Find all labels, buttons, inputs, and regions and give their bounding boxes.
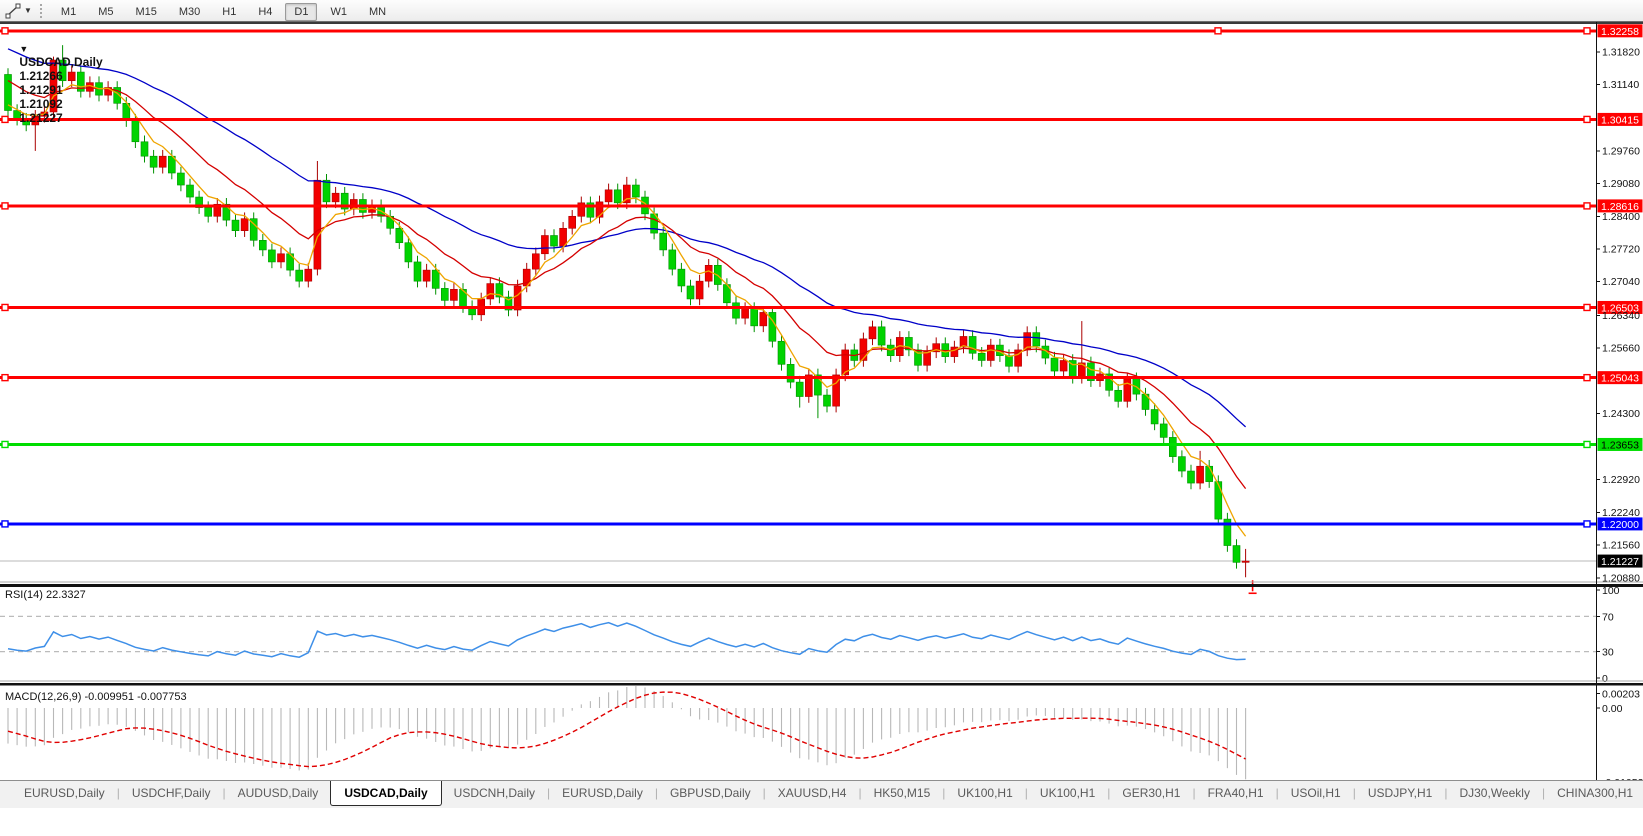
svg-text:70: 70 — [1602, 611, 1614, 623]
chart-symbol-period: USDCAD,Daily — [19, 55, 102, 69]
quote-low: 1.21092 — [19, 97, 62, 111]
timeframe-button-m30[interactable]: M30 — [170, 3, 209, 21]
chart-tab-xauusd-7[interactable]: XAUUSD,H4 — [766, 781, 859, 804]
panel-splitter-macd[interactable] — [0, 683, 1643, 686]
svg-text:1.21560: 1.21560 — [1602, 540, 1640, 552]
timeframe-buttons: M1M5M15 M30H1H4D1W1MN — [50, 2, 397, 20]
chart-tab-uk100-10[interactable]: UK100,H1 — [1028, 781, 1107, 804]
timeframe-button-m5[interactable]: M5 — [89, 3, 122, 21]
rsi-line — [8, 623, 1246, 660]
fast-ma-line — [8, 85, 1246, 537]
svg-text:0.00203: 0.00203 — [1602, 689, 1640, 701]
chart-tab-fra40-12[interactable]: FRA40,H1 — [1196, 781, 1276, 804]
svg-text:1.30415: 1.30415 — [1601, 114, 1639, 126]
price-level-lines — [0, 24, 1643, 530]
chart-tab-ger30-11[interactable]: GER30,H1 — [1110, 781, 1192, 804]
svg-text:1.27720: 1.27720 — [1602, 243, 1640, 255]
svg-text:1.22000: 1.22000 — [1601, 519, 1639, 531]
line-studies-icon — [5, 3, 21, 19]
chart-window: 1.322581.304151.286161.265031.250431.236… — [0, 22, 1643, 808]
svg-text:1.28400: 1.28400 — [1602, 211, 1640, 223]
chart-tab-dj30-15[interactable]: DJ30,Weekly — [1447, 781, 1541, 804]
quote-close: 1.21227 — [19, 111, 62, 125]
timeframe-button-m15[interactable]: M15 — [126, 3, 165, 21]
quote-open: 1.21266 — [19, 69, 62, 83]
chart-tab-hk50-8[interactable]: HK50,M15 — [862, 781, 943, 804]
timeframe-button-h1[interactable]: H1 — [213, 3, 245, 21]
svg-text:1.22240: 1.22240 — [1602, 507, 1640, 519]
svg-text:1.22920: 1.22920 — [1602, 474, 1640, 486]
chart-collapse-icon[interactable]: ▼ — [19, 44, 28, 54]
svg-text:1.25043: 1.25043 — [1601, 373, 1639, 385]
timeframe-button-w1[interactable]: W1 — [321, 3, 356, 21]
candles-layer — [5, 45, 1250, 577]
timeframe-button-h4[interactable]: H4 — [249, 3, 281, 21]
top-toolbar: ▼ M1M5M15 M30H1H4D1W1MN — [0, 0, 1643, 22]
medium-ma-line — [8, 81, 1246, 489]
toolbar-grip — [40, 4, 43, 18]
svg-text:1.25660: 1.25660 — [1602, 342, 1640, 354]
svg-text:0.00: 0.00 — [1602, 703, 1623, 715]
chart-tab-usdcnh-4[interactable]: USDCNH,Daily — [442, 781, 547, 804]
macd-indicator-label: MACD(12,26,9) -0.009951 -0.007753 — [5, 691, 187, 703]
svg-text:1.31140: 1.31140 — [1602, 79, 1639, 91]
svg-text:30: 30 — [1602, 647, 1614, 659]
svg-text:1.21227: 1.21227 — [1601, 556, 1639, 568]
svg-text:1.27040: 1.27040 — [1602, 276, 1640, 288]
chart-tab-gbpusd-6[interactable]: GBPUSD,Daily — [658, 781, 763, 804]
svg-text:1.29760: 1.29760 — [1602, 145, 1640, 157]
symbol-tab-bar: EURUSD,Daily|USDCHF,Daily|AUDUSD,DailyUS… — [0, 780, 1643, 808]
svg-text:1.32258: 1.32258 — [1601, 26, 1639, 38]
chart-tab-usdjpy-14[interactable]: USDJPY,H1 — [1356, 781, 1444, 804]
svg-text:1.31820: 1.31820 — [1602, 46, 1640, 58]
timeframe-button-mn[interactable]: MN — [360, 3, 395, 21]
chart-tab-china300-16[interactable]: CHINA300,H1 — [1545, 781, 1643, 804]
chart-tab-usdcad-3[interactable]: USDCAD,Daily — [330, 781, 441, 806]
timeframe-button-d1[interactable]: D1 — [285, 3, 317, 21]
rsi-indicator-label: RSI(14) 22.3327 — [5, 589, 86, 601]
line-studies-button[interactable]: ▼ — [0, 3, 36, 19]
svg-text:1.29080: 1.29080 — [1602, 178, 1640, 190]
chart-tab-usoil-13[interactable]: USOil,H1 — [1279, 781, 1353, 804]
chart-tab-usdchf-1[interactable]: USDCHF,Daily — [120, 781, 223, 804]
quote-high: 1.21291 — [19, 83, 62, 97]
chart-canvas[interactable]: 1.322581.304151.286161.265031.250431.236… — [0, 22, 1643, 808]
chart-tab-eurusd-0[interactable]: EURUSD,Daily — [12, 781, 117, 804]
svg-text:1.26340: 1.26340 — [1602, 310, 1640, 322]
panel-splitter-rsi[interactable] — [0, 584, 1643, 587]
timeframe-button-m1[interactable]: M1 — [52, 3, 85, 21]
chart-title: ▼ USDCAD,Daily 1.21266 1.21291 1.21092 1… — [6, 27, 110, 139]
macd-histogram — [8, 686, 1246, 779]
svg-text:1.24300: 1.24300 — [1602, 408, 1640, 420]
chart-tab-audusd-2[interactable]: AUDUSD,Daily — [226, 781, 331, 804]
toolbar-dropdown-icon[interactable]: ▼ — [24, 6, 32, 15]
chart-tab-uk100-9[interactable]: UK100,H1 — [945, 781, 1024, 804]
svg-text:1.23653: 1.23653 — [1601, 439, 1639, 451]
chart-tab-eurusd-5[interactable]: EURUSD,Daily — [550, 781, 655, 804]
